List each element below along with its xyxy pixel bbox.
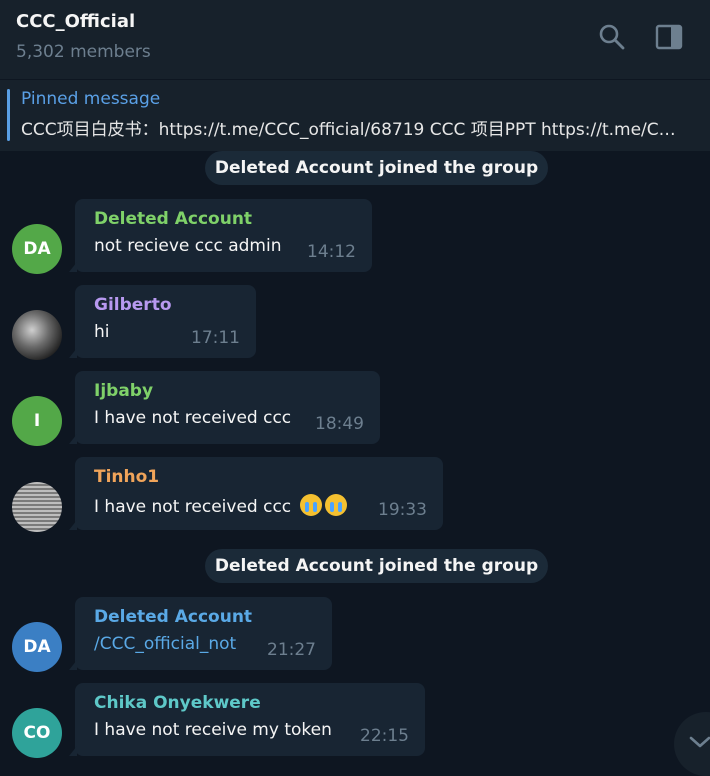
service-message: Deleted Account joined the group	[205, 151, 548, 185]
pinned-accent-bar	[7, 89, 10, 141]
sender-name[interactable]: Chika Onyekwere	[94, 693, 261, 713]
crying-face-icon	[299, 494, 322, 516]
pinned-title: Pinned message	[21, 89, 161, 109]
message-time: 19:33	[378, 500, 427, 520]
avatar[interactable]: DA	[12, 224, 62, 274]
search-icon[interactable]	[597, 22, 627, 52]
sidebar-toggle-icon[interactable]	[654, 22, 684, 52]
chevron-down-icon	[689, 736, 710, 748]
avatar[interactable]: CO	[12, 708, 62, 758]
bubble-tail	[69, 262, 77, 272]
scroll-to-bottom-button[interactable]	[674, 712, 710, 776]
message-bubble[interactable]: Deleted Account not recieve ccc admin 14…	[69, 199, 372, 272]
message-text: I have not receive my token	[94, 720, 332, 740]
message-time: 17:11	[191, 328, 240, 348]
member-count: 5,302 members	[16, 42, 151, 62]
message-bubble[interactable]: Tinho1 I have not received ccc 19:33	[69, 457, 443, 530]
message-text-content: I have not received ccc	[94, 497, 292, 517]
message-time: 14:12	[307, 242, 356, 262]
avatar[interactable]: DA	[12, 622, 62, 672]
message-bubble[interactable]: Chika Onyekwere I have not receive my to…	[69, 683, 425, 756]
sender-name[interactable]: Gilberto	[94, 295, 172, 315]
pinned-text: CCC项目白皮书：https://t.me/CCC_official/68719…	[21, 120, 681, 140]
message-bubble[interactable]: Gilberto hi 17:11	[69, 285, 256, 358]
crying-face-icon	[324, 494, 347, 516]
avatar[interactable]	[12, 482, 62, 532]
bubble-tail	[69, 660, 77, 670]
sender-name[interactable]: Ijbaby	[94, 381, 153, 401]
bubble-tail	[69, 520, 77, 530]
message-bubble[interactable]: Ijbaby I have not received ccc 18:49	[69, 371, 380, 444]
bubble-tail	[69, 746, 77, 756]
sender-name[interactable]: Deleted Account	[94, 607, 252, 627]
bubble-tail	[69, 348, 77, 358]
service-message: Deleted Account joined the group	[205, 549, 548, 583]
chat-header: CCC_Official 5,302 members	[0, 0, 710, 79]
message-time: 18:49	[315, 414, 364, 434]
message-time: 21:27	[267, 640, 316, 660]
sender-name[interactable]: Tinho1	[94, 467, 159, 487]
message-time: 22:15	[360, 726, 409, 746]
avatar[interactable]: I	[12, 396, 62, 446]
pinned-message-bar[interactable]: Pinned message CCC项目白皮书：https://t.me/CCC…	[0, 79, 710, 151]
chat-title[interactable]: CCC_Official	[16, 11, 135, 32]
message-text: not recieve ccc admin	[94, 236, 282, 256]
message-bubble[interactable]: Deleted Account /CCC_official_not 21:27	[69, 597, 332, 670]
command-link[interactable]: /CCC_official_not	[94, 634, 236, 654]
message-text: I have not received ccc	[94, 494, 347, 517]
message-text: I have not received ccc	[94, 408, 292, 428]
avatar[interactable]	[12, 310, 62, 360]
bubble-tail	[69, 434, 77, 444]
message-text: hi	[94, 322, 110, 342]
sender-name[interactable]: Deleted Account	[94, 209, 252, 229]
